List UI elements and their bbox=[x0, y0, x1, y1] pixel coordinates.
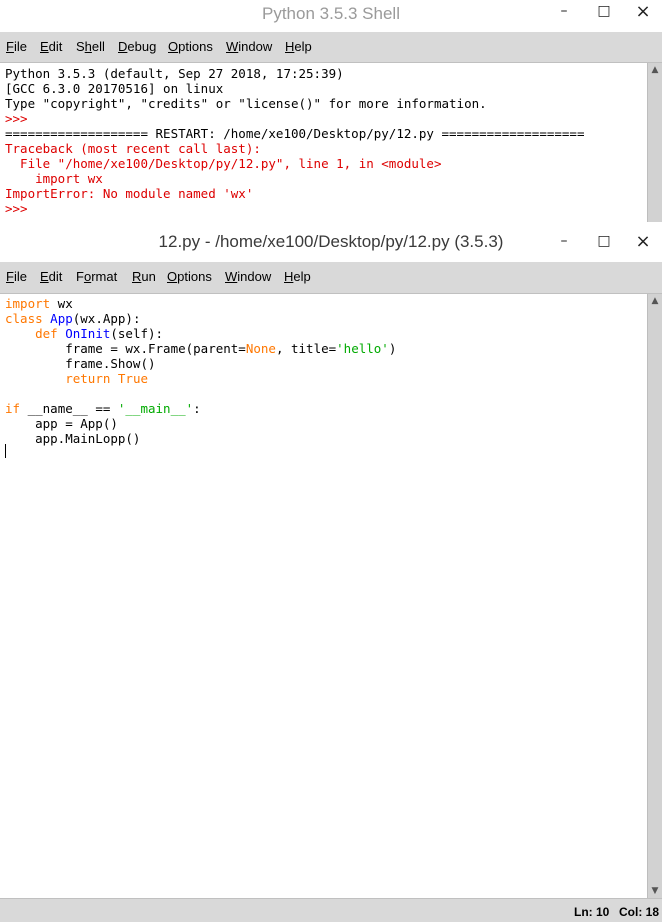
menu-file[interactable]: File bbox=[6, 39, 27, 54]
menu-shell[interactable]: Shell bbox=[76, 39, 105, 54]
close-icon[interactable]: × bbox=[629, 0, 657, 22]
code-line: if __name__ == '__main__': bbox=[5, 401, 201, 416]
menu-help[interactable]: Help bbox=[284, 269, 311, 284]
menu-window[interactable]: Window bbox=[226, 39, 272, 54]
menu-options[interactable]: Options bbox=[167, 269, 212, 284]
code-editor[interactable]: import wx class App(wx.App): def OnInit(s… bbox=[0, 294, 648, 898]
shell-line: ImportError: No module named 'wx' bbox=[5, 186, 254, 201]
maximize-icon[interactable]: □ bbox=[590, 230, 618, 252]
minimize-icon[interactable]: – bbox=[550, 0, 578, 22]
shell-line: Python 3.5.3 (default, Sep 27 2018, 17:2… bbox=[5, 66, 344, 81]
menu-edit[interactable]: Edit bbox=[40, 39, 62, 54]
shell-line: File "/home/xe100/Desktop/py/12.py", lin… bbox=[5, 156, 442, 171]
shell-titlebar[interactable]: Python 3.5.3 Shell – □ × bbox=[0, 0, 662, 32]
code-line: import wx bbox=[5, 296, 73, 311]
menu-file[interactable]: File bbox=[6, 269, 27, 284]
menu-run[interactable]: Run bbox=[132, 269, 156, 284]
shell-window: Python 3.5.3 Shell – □ × File Edit Shell… bbox=[0, 0, 662, 222]
code-line: app = App() bbox=[5, 416, 118, 431]
menu-edit[interactable]: Edit bbox=[40, 269, 62, 284]
shell-output[interactable]: Python 3.5.3 (default, Sep 27 2018, 17:2… bbox=[0, 63, 648, 222]
menu-options[interactable]: Options bbox=[168, 39, 213, 54]
text-cursor bbox=[5, 444, 6, 458]
code-line: frame.Show() bbox=[5, 356, 156, 371]
menu-help[interactable]: Help bbox=[285, 39, 312, 54]
maximize-icon[interactable]: □ bbox=[590, 0, 618, 22]
code-line: def OnInit(self): bbox=[35, 326, 164, 341]
code-line: class App(wx.App): bbox=[5, 311, 141, 326]
editor-scrollbar[interactable]: ▲ ▼ bbox=[647, 294, 662, 898]
shell-menubar: File Edit Shell Debug Options Window Hel… bbox=[0, 32, 662, 63]
status-column: Col: 18 bbox=[619, 905, 660, 919]
shell-line: >>> bbox=[5, 111, 36, 126]
shell-scrollbar[interactable]: ▲ bbox=[647, 63, 662, 222]
code-line: app.MainLopp() bbox=[5, 431, 141, 446]
shell-line: import wx bbox=[5, 171, 103, 186]
scroll-up-icon[interactable]: ▲ bbox=[648, 63, 662, 77]
menu-debug[interactable]: Debug bbox=[118, 39, 156, 54]
editor-menubar: File Edit Format Run Options Window Help bbox=[0, 262, 662, 294]
code-line: return True bbox=[65, 371, 149, 386]
code-line: frame = wx.Frame(parent=None, title='hel… bbox=[5, 341, 397, 356]
close-icon[interactable]: × bbox=[629, 230, 657, 252]
menu-window[interactable]: Window bbox=[225, 269, 271, 284]
shell-line: [GCC 6.3.0 20170516] on linux bbox=[5, 81, 224, 96]
editor-titlebar[interactable]: 12.py - /home/xe100/Desktop/py/12.py (3.… bbox=[0, 222, 662, 262]
menu-format[interactable]: Format bbox=[76, 269, 117, 284]
status-line: Ln: 10 bbox=[574, 905, 610, 919]
shell-line: =================== RESTART: /home/xe100… bbox=[5, 126, 585, 141]
editor-window: 12.py - /home/xe100/Desktop/py/12.py (3.… bbox=[0, 222, 662, 922]
scroll-down-icon[interactable]: ▼ bbox=[648, 884, 662, 898]
status-bar: Ln: 10 Col: 18 bbox=[0, 898, 662, 922]
shell-line: Traceback (most recent call last): bbox=[5, 141, 261, 156]
scroll-up-icon[interactable]: ▲ bbox=[648, 294, 662, 308]
shell-line: >>> bbox=[5, 201, 36, 216]
shell-line: Type "copyright", "credits" or "license(… bbox=[5, 96, 487, 111]
minimize-icon[interactable]: – bbox=[550, 230, 578, 252]
